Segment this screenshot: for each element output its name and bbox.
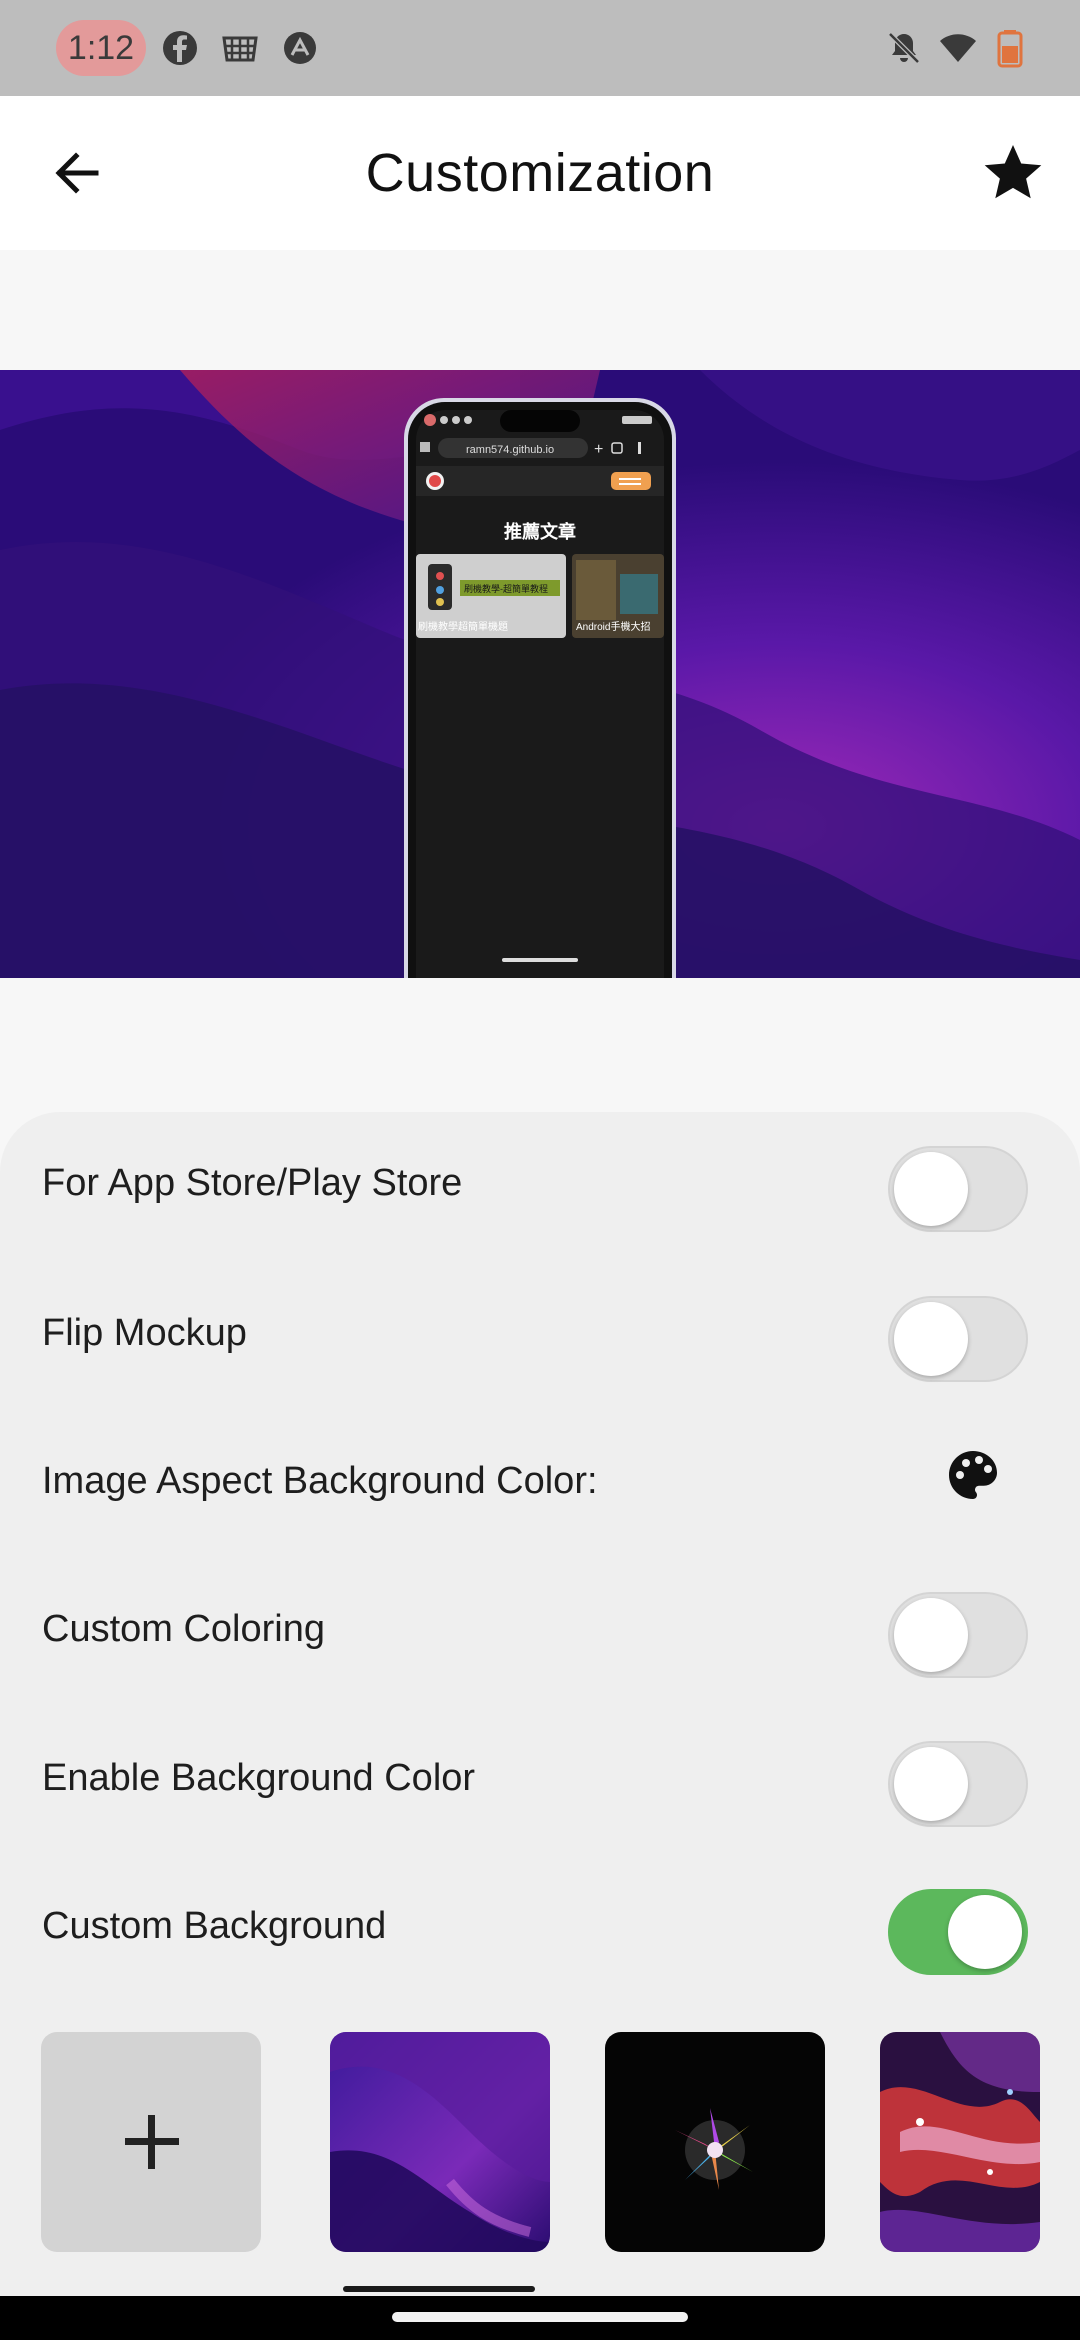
background-thumb-particles[interactable] bbox=[880, 2032, 1040, 2252]
mockup-banner: 刷機教學-超簡單教程 bbox=[464, 583, 548, 594]
notifications-off-icon bbox=[888, 32, 920, 64]
mockup-heading: 推薦文章 bbox=[504, 521, 576, 542]
custom-background-toggle[interactable] bbox=[888, 1889, 1028, 1975]
palette-icon[interactable] bbox=[946, 1448, 1000, 1502]
navigation-bar bbox=[0, 2296, 1080, 2340]
status-time: 1:12 bbox=[56, 20, 146, 76]
add-background-button[interactable] bbox=[41, 2032, 261, 2252]
setting-custom-background: Custom Background bbox=[0, 1875, 1080, 1975]
setting-app-store: For App Store/Play Store bbox=[0, 1132, 1080, 1232]
setting-enable-bg-color: Enable Background Color bbox=[0, 1727, 1080, 1827]
battery-icon bbox=[997, 30, 1023, 68]
scroll-indicator bbox=[343, 2286, 535, 2292]
phone-mockup: ramn574.github.io + 推薦文章 刷機教學-超簡單教程 刷機教學… bbox=[404, 398, 676, 978]
page-title: Customization bbox=[365, 143, 715, 203]
mockup-card-caption-2: Android手機大招 bbox=[576, 620, 650, 633]
mockup-card-caption-1: 刷機教學超簡單機題 bbox=[418, 620, 508, 633]
color-burst-image bbox=[605, 2032, 825, 2252]
setting-label: Flip Mockup bbox=[42, 1312, 247, 1354]
setting-label: Custom Coloring bbox=[42, 1608, 325, 1650]
flip-mockup-toggle[interactable] bbox=[888, 1296, 1028, 1382]
setting-label: Custom Background bbox=[42, 1905, 387, 1947]
app-bar: Customization bbox=[0, 96, 1080, 250]
svg-text:+: + bbox=[594, 441, 603, 458]
background-thumb-purple[interactable] bbox=[330, 2032, 550, 2252]
custom-coloring-toggle[interactable] bbox=[888, 1592, 1028, 1678]
star-icon[interactable] bbox=[980, 140, 1046, 206]
home-indicator[interactable] bbox=[392, 2312, 688, 2322]
app-icon bbox=[222, 36, 258, 62]
mockup-preview[interactable]: ramn574.github.io + 推薦文章 刷機教學-超簡單教程 刷機教學… bbox=[0, 370, 1080, 978]
setting-label: Image Aspect Background Color: bbox=[42, 1460, 598, 1502]
background-thumbnails bbox=[0, 2032, 1080, 2254]
status-bar: 1:12 bbox=[0, 0, 1080, 96]
setting-label: For App Store/Play Store bbox=[42, 1162, 463, 1204]
wifi-icon bbox=[940, 34, 976, 62]
neon-particles-image bbox=[880, 2032, 1040, 2252]
mockup-url: ramn574.github.io bbox=[466, 444, 554, 456]
setting-custom-coloring: Custom Coloring bbox=[0, 1578, 1080, 1678]
purple-dunes-image bbox=[330, 2032, 550, 2252]
setting-flip-mockup: Flip Mockup bbox=[0, 1282, 1080, 1382]
background-thumb-burst[interactable] bbox=[605, 2032, 825, 2252]
app-store-toggle[interactable] bbox=[888, 1146, 1028, 1232]
facebook-icon bbox=[163, 31, 197, 65]
setting-aspect-bg-color: Image Aspect Background Color: bbox=[0, 1430, 1080, 1530]
enable-bg-color-toggle[interactable] bbox=[888, 1741, 1028, 1827]
setting-label: Enable Background Color bbox=[42, 1757, 476, 1799]
sync-icon bbox=[284, 32, 316, 64]
